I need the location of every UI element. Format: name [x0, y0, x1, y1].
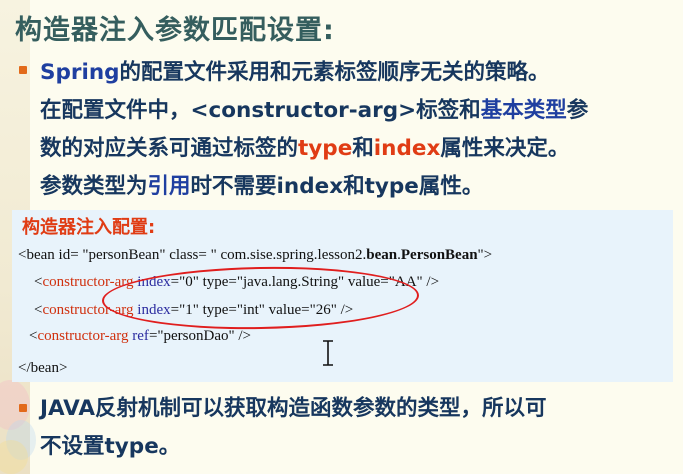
bullet-1-line-2: 在配置文件中，<constructor-arg>标签和基本类型参	[40, 98, 589, 123]
code-block-title: 构造器注入配置:	[22, 217, 156, 238]
bullet-1-line-1: Spring的配置文件采用和元素标签顺序无关的策略。	[40, 60, 550, 85]
bullet-1-text: Spring的配置文件采用和元素标签顺序无关的策略。 在配置文件中，<const…	[40, 54, 672, 206]
bullet-1-line-3: 数的对应关系可通过标签的type和index属性来决定。	[40, 136, 570, 161]
text-cursor-icon	[323, 340, 333, 366]
slide-title: 构造器注入参数匹配设置:	[15, 15, 335, 46]
bullet-2-line-1: JAVA反射机制可以获取构造函数参数的类型，所以可	[40, 396, 547, 421]
bullet-marker	[19, 66, 27, 74]
code-line-bean-close: </bean>	[18, 360, 68, 376]
bullet-2-text: JAVA反射机制可以获取构造函数参数的类型，所以可 不设置type。	[40, 390, 672, 466]
bullet-2-line-2: 不设置type。	[40, 434, 181, 459]
bullet-1-line-4: 参数类型为引用时不需要index和type属性。	[40, 174, 484, 199]
code-line-bean-open: <bean id= "personBean" class= " com.sise…	[18, 247, 493, 263]
code-line-constructor-arg-ref: <constructor-arg ref="personDao" />	[29, 328, 252, 344]
bullet-marker	[19, 404, 27, 412]
